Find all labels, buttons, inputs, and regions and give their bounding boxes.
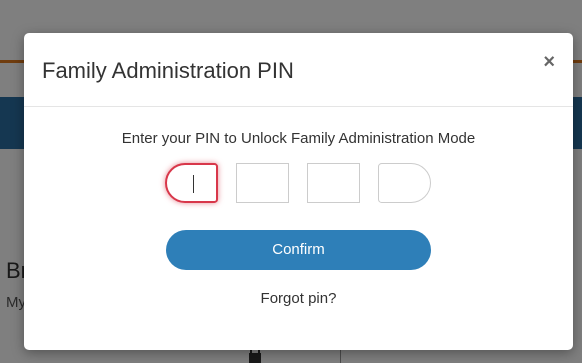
pin-digit-3-input[interactable] [307, 163, 360, 203]
pin-dialog: Family Administration PIN × Enter your P… [24, 33, 573, 350]
text-caret [193, 175, 194, 193]
pin-prompt: Enter your PIN to Unlock Family Administ… [121, 130, 476, 147]
pin-digit-1-input[interactable] [165, 163, 218, 203]
pin-digit-2-input[interactable] [236, 163, 289, 203]
pin-digit-4-input[interactable] [378, 163, 431, 203]
forgot-pin-link[interactable]: Forgot pin? [24, 290, 573, 307]
close-button[interactable]: × [543, 51, 555, 73]
dialog-title: Family Administration PIN [42, 58, 294, 83]
dialog-header: Family Administration PIN × [24, 33, 573, 107]
confirm-button[interactable]: Confirm [166, 230, 431, 270]
